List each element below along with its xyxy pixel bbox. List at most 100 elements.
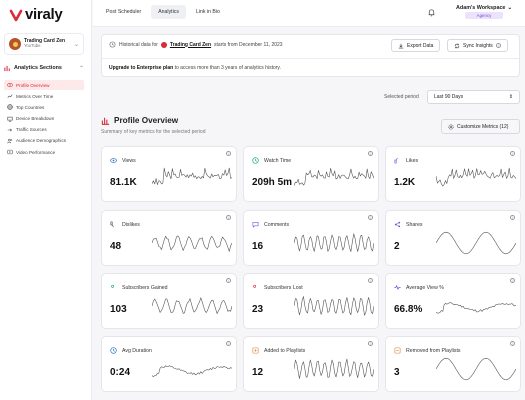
info-icon[interactable]: i xyxy=(510,278,515,283)
viraly-logo[interactable]: viraly xyxy=(9,6,63,23)
metric-card-removed-from-playlists[interactable]: i Removed from Playlists 3 xyxy=(385,336,521,392)
users-icon xyxy=(7,138,13,144)
analytics-sections-header[interactable]: Analytics Sections ⌃ xyxy=(4,63,84,73)
info-icon[interactable]: i xyxy=(226,215,231,220)
metric-value: 209h 5m xyxy=(252,177,293,188)
sync-insights-label: Sync Insights xyxy=(463,42,493,49)
account-platform: YouTube xyxy=(24,43,41,49)
chevron-updown-icon: ⇕ xyxy=(508,94,513,100)
info-icon[interactable]: i xyxy=(226,278,231,283)
metric-label: Shares xyxy=(406,221,423,228)
upgrade-link[interactable]: Upgrade to Enterprise plan xyxy=(109,65,173,71)
history-icon xyxy=(109,41,116,48)
sidebar-item-label: Video Performance xyxy=(16,149,56,155)
info-icon[interactable]: i xyxy=(510,341,515,346)
sidebar-item-label: Profile Overview xyxy=(16,82,50,88)
user-minus-icon xyxy=(253,284,257,288)
metric-sparkline xyxy=(294,233,374,252)
bell-icon[interactable] xyxy=(427,8,436,17)
metric-label: Added to Playlists xyxy=(264,347,306,354)
metric-header: Subscribers Lost xyxy=(252,284,303,291)
chevron-down-icon: ⌄ xyxy=(507,5,512,11)
info-icon[interactable]: i xyxy=(495,43,501,48)
tab-analytics[interactable]: Analytics xyxy=(151,5,186,19)
info-icon[interactable]: i xyxy=(368,278,373,283)
metric-value: 23 xyxy=(252,304,264,315)
thumbs-up-icon xyxy=(394,157,398,164)
info-icon[interactable]: i xyxy=(368,215,373,220)
metric-sparkline xyxy=(294,296,374,316)
metric-sparkline xyxy=(294,358,374,379)
customize-metrics-button[interactable]: Customize Metrics (12) xyxy=(441,119,520,134)
sidebar-item-traffic-sources[interactable]: Traffic Sources xyxy=(4,125,84,135)
export-data-button[interactable]: Export Data xyxy=(391,39,441,52)
metric-header: Shares xyxy=(394,221,422,228)
metric-header: Dislikes xyxy=(110,221,140,228)
metric-card-dislikes[interactable]: i Dislikes 48 xyxy=(101,210,237,266)
overview-subtitle: Summary of key metrics for the selected … xyxy=(101,129,206,135)
metric-sparkline xyxy=(436,231,516,255)
upgrade-notice: Upgrade to Enterprise plan to access mor… xyxy=(109,65,281,71)
workspace-switcher[interactable]: Adam's Workspace ⌄ Agency xyxy=(450,5,518,19)
metric-card-subscribers-lost[interactable]: i Subscribers Lost 23 xyxy=(243,273,379,329)
info-icon[interactable]: i xyxy=(368,151,373,156)
metric-sparkline xyxy=(436,357,516,381)
metric-label: Comments xyxy=(264,221,290,228)
sync-insights-button[interactable]: Sync Insights i xyxy=(447,39,508,52)
metric-label: Subscribers Gained xyxy=(122,284,168,291)
metric-card-added-to-playlists[interactable]: i Added to Playlists 12 xyxy=(243,336,379,392)
metric-card-watch-time[interactable]: i Watch Time 209h 5m xyxy=(243,146,379,202)
metric-card-views[interactable]: i Views 81.1K xyxy=(101,146,237,202)
metric-card-average-view[interactable]: i Average View % 66.8% xyxy=(385,273,521,329)
metric-value: 16 xyxy=(252,241,264,252)
metric-label: Dislikes xyxy=(122,221,140,228)
metric-header: Subscribers Gained xyxy=(110,284,168,291)
top-bar: Post Scheduler Analytics Link in Bio Ada… xyxy=(93,0,525,27)
metric-header: Watch Time xyxy=(252,157,291,164)
overview-title: Profile Overview xyxy=(114,116,179,125)
account-switcher[interactable]: Trading Card Zen YouTube ⌄ xyxy=(4,33,84,55)
period-label: Selected period xyxy=(384,94,419,100)
sidebar-item-metrics-over-time[interactable]: Metrics Over Time xyxy=(4,91,84,101)
info-icon[interactable]: i xyxy=(368,341,373,346)
sidebar-item-audience-demographics[interactable]: Audience Demographics xyxy=(4,136,84,146)
metric-sparkline xyxy=(436,167,516,187)
analytics-sections-title: Analytics Sections xyxy=(14,65,62,71)
history-channel-link[interactable]: Trading Card Zen xyxy=(170,42,211,48)
info-icon[interactable]: i xyxy=(510,151,515,156)
info-icon[interactable]: i xyxy=(226,341,231,346)
metric-card-likes[interactable]: i Likes 1.2K xyxy=(385,146,521,202)
upgrade-text: to access more than 3 years of analytics… xyxy=(174,65,281,71)
comment-icon xyxy=(252,222,259,228)
trend-icon xyxy=(7,93,13,99)
period-select[interactable]: Last 90 Days ⇕ xyxy=(427,90,520,104)
info-icon[interactable]: i xyxy=(510,215,515,220)
info-icon[interactable]: i xyxy=(226,151,231,156)
metric-card-subscribers-gained[interactable]: i Subscribers Gained 103 xyxy=(101,273,237,329)
brand-name: viraly xyxy=(25,6,63,23)
sidebar-item-profile-overview[interactable]: Profile Overview xyxy=(4,80,84,90)
sync-icon xyxy=(454,43,460,48)
gear-icon xyxy=(448,123,454,130)
sidebar-item-device-breakdown[interactable]: Device Breakdown xyxy=(4,114,84,124)
tab-link-in-bio[interactable]: Link in Bio xyxy=(189,5,227,19)
sidebar-item-video-performance[interactable]: Video Performance xyxy=(4,147,84,157)
sidebar-item-label: Top Countries xyxy=(16,104,45,110)
metric-header: Added to Playlists xyxy=(252,347,305,354)
metric-label: Subscribers Lost xyxy=(264,284,303,291)
metric-value: 66.8% xyxy=(394,304,423,315)
chevron-down-icon: ⌄ xyxy=(73,41,79,48)
chevron-up-icon: ⌃ xyxy=(78,65,84,72)
sidebar-item-label: Metrics Over Time xyxy=(16,93,54,99)
metric-sparkline xyxy=(152,297,232,314)
sidebar-item-top-countries[interactable]: Top Countries xyxy=(4,102,84,112)
export-data-label: Export Data xyxy=(407,42,434,49)
clock-icon xyxy=(252,157,259,164)
metric-card-avg-duration[interactable]: i Avg Duration 0:24 xyxy=(101,336,237,392)
metric-card-comments[interactable]: i Comments 16 xyxy=(243,210,379,266)
metric-label: Average View % xyxy=(406,284,444,291)
metric-card-shares[interactable]: i Shares 2 xyxy=(385,210,521,266)
tab-post-scheduler[interactable]: Post Scheduler xyxy=(99,5,148,19)
playlist-add-icon xyxy=(252,347,259,354)
sidebar-item-label: Audience Demographics xyxy=(16,138,67,144)
